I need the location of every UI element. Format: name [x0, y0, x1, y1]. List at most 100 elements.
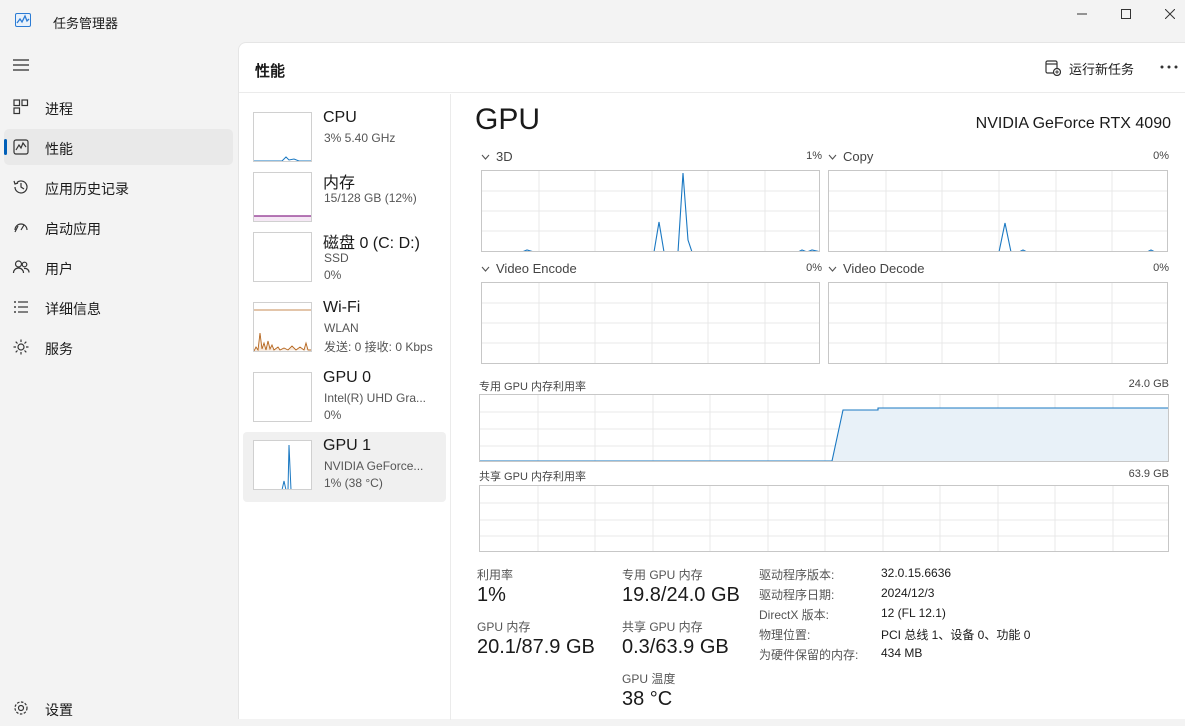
device-name: GPU 1 [323, 437, 372, 454]
sidebar-item-label: 进程 [45, 101, 73, 117]
sidebar-item-label: 用户 [45, 261, 73, 277]
shared-memory-stat-value: 0.3/63.9 GB [622, 636, 729, 658]
memory-thumbnail-graph [253, 172, 312, 222]
engine-label: Copy [843, 149, 874, 164]
utilization-value: 1% [477, 584, 506, 606]
physical-location-key: 物理位置: [759, 628, 811, 642]
device-detail: 1% (38 °C) [324, 476, 383, 490]
directx-version-key: DirectX 版本: [759, 608, 830, 622]
gpu-model: NVIDIA GeForce RTX 4090 [975, 115, 1171, 132]
gear-icon [14, 701, 28, 715]
engine-label: Video Encode [496, 261, 577, 276]
engine-select-video-decode[interactable]: Video Decode [828, 261, 924, 276]
sidebar-item-processes[interactable]: 进程 [4, 89, 233, 125]
services-icon [13, 339, 29, 355]
device-disk[interactable]: 磁盘 0 (C: D:) SSD 0% [243, 224, 446, 292]
utilization-label: 利用率 [477, 568, 514, 582]
main-panel: 性能 运行新任务 CPU 3% 5.40 GHz 内存 15/128 GB (1… [238, 42, 1185, 720]
engine-label: 3D [496, 149, 513, 164]
chevron-down-icon [828, 266, 837, 272]
more-options-button[interactable] [1157, 55, 1181, 79]
disk-thumbnail-graph [253, 232, 312, 282]
device-detail: SSD [324, 251, 349, 265]
reserved-memory-key: 为硬件保留的内存: [759, 648, 859, 662]
device-detail: 0% [324, 408, 342, 422]
users-icon [12, 260, 30, 274]
graph-shared-memory [479, 485, 1169, 552]
device-name: GPU 0 [323, 369, 372, 386]
processes-icon [13, 99, 29, 115]
device-name: 内存 [323, 175, 356, 192]
device-detail: 3% 5.40 GHz [324, 131, 396, 145]
device-detail: Intel(R) UHD Gra... [324, 391, 427, 405]
shared-memory-label: 共享 GPU 内存利用率 [479, 471, 586, 483]
graph-video-decode [828, 282, 1168, 364]
dedicated-memory-stat-label: 专用 GPU 内存 [622, 568, 703, 582]
startup-apps-icon [14, 223, 28, 233]
driver-version-key: 驱动程序版本: [759, 568, 835, 582]
sidebar: 进程 性能 应用历史记录 启动应用 用户 详细信息 服务 设置 [0, 42, 238, 719]
engine-percent: 0% [1153, 262, 1169, 274]
sidebar-item-settings[interactable]: 设置 [4, 690, 233, 726]
sidebar-item-services[interactable]: 服务 [4, 329, 233, 365]
run-new-task-button[interactable]: 运行新任务 [1045, 57, 1134, 79]
more-icon [1160, 65, 1178, 69]
performance-icon [13, 139, 29, 155]
shared-memory-stat-label: 共享 GPU 内存 [622, 620, 703, 634]
driver-date-value: 2024/12/3 [881, 586, 935, 600]
active-indicator [4, 139, 7, 155]
app-history-icon [13, 180, 28, 194]
graph-copy [828, 170, 1168, 252]
device-gpu0[interactable]: GPU 0 Intel(R) UHD Gra... 0% [243, 364, 446, 432]
title-bar: 任务管理器 [0, 0, 1185, 42]
device-cpu[interactable]: CPU 3% 5.40 GHz [243, 104, 446, 172]
minimize-button[interactable] [1059, 0, 1105, 28]
sidebar-item-label: 服务 [45, 341, 73, 357]
app-title: 任务管理器 [53, 16, 119, 31]
run-task-label: 运行新任务 [1069, 61, 1135, 77]
device-memory[interactable]: 内存 15/128 GB (12%) [243, 164, 446, 232]
dedicated-memory-stat-value: 19.8/24.0 GB [622, 584, 740, 606]
dedicated-memory-max: 24.0 GB [1128, 378, 1169, 390]
graph-dedicated-memory [479, 394, 1169, 462]
device-detail: 15/128 GB (12%) [324, 191, 417, 205]
sidebar-item-label: 详细信息 [45, 301, 101, 317]
driver-version-value: 32.0.15.6636 [881, 566, 952, 580]
engine-select-copy[interactable]: Copy [828, 149, 873, 164]
sidebar-item-label: 启动应用 [45, 221, 101, 237]
gpu-title: GPU [475, 103, 541, 136]
hamburger-menu-icon[interactable] [12, 58, 30, 72]
gpu-temperature-label: GPU 温度 [622, 672, 676, 686]
close-icon [1165, 9, 1175, 19]
sidebar-item-performance[interactable]: 性能 [4, 129, 233, 165]
device-name: Wi-Fi [323, 299, 361, 316]
device-gpu1[interactable]: GPU 1 NVIDIA GeForce... 1% (38 °C) [243, 432, 446, 502]
close-button[interactable] [1147, 0, 1185, 28]
run-task-icon [1045, 60, 1061, 76]
sidebar-item-label: 性能 [45, 141, 73, 157]
device-wifi[interactable]: Wi-Fi WLAN 发送: 0 接收: 0 Kbps [243, 294, 446, 362]
main-header: 性能 运行新任务 [239, 43, 1185, 93]
directx-version-value: 12 (FL 12.1) [881, 606, 946, 620]
sidebar-item-details[interactable]: 详细信息 [4, 289, 233, 325]
device-detail: NVIDIA GeForce... [324, 459, 424, 473]
sidebar-item-app-history[interactable]: 应用历史记录 [4, 169, 233, 205]
device-name: CPU [323, 109, 357, 126]
details-icon [14, 301, 28, 313]
cpu-thumbnail-graph [253, 112, 312, 162]
maximize-button[interactable] [1103, 0, 1149, 28]
engine-select-3d[interactable]: 3D [481, 149, 513, 164]
engine-percent: 1% [806, 150, 822, 162]
gpu-temperature-value: 38 °C [622, 688, 673, 710]
engine-percent: 0% [806, 262, 822, 274]
engine-label: Video Decode [843, 261, 925, 276]
sidebar-item-users[interactable]: 用户 [4, 249, 233, 285]
engine-select-video-encode[interactable]: Video Encode [481, 261, 577, 276]
device-detail: 发送: 0 接收: 0 Kbps [324, 340, 433, 354]
page-title: 性能 [255, 63, 286, 80]
gpu-memory-stat-value: 20.1/87.9 GB [477, 636, 595, 658]
sidebar-item-startup-apps[interactable]: 启动应用 [4, 209, 233, 245]
device-name: 磁盘 0 (C: D:) [323, 235, 420, 252]
engine-percent: 0% [1153, 150, 1169, 162]
wifi-thumbnail-graph [253, 302, 312, 352]
